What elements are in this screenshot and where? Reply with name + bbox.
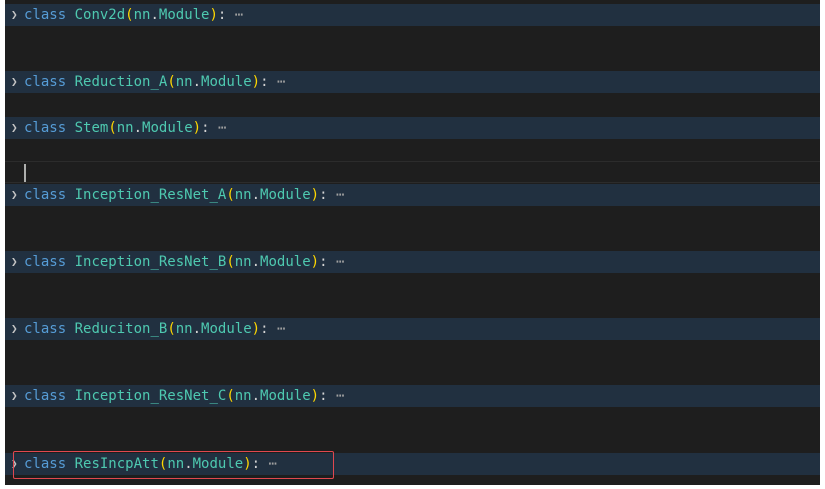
text-cursor — [24, 164, 26, 182]
class-name: Stem — [74, 120, 109, 136]
folded-class-line[interactable]: ❯ class Reduciton_B(nn.Module): ⋯ — [5, 318, 820, 340]
colon: : — [260, 74, 269, 90]
chevron-right-icon[interactable]: ❯ — [11, 184, 23, 206]
fold-ellipsis[interactable]: ⋯ — [336, 187, 344, 203]
dot: . — [192, 74, 202, 90]
dot: . — [150, 7, 159, 23]
base-namespace: nn — [133, 7, 151, 23]
dot: . — [251, 187, 261, 203]
close-paren: ) — [192, 120, 202, 136]
open-paren: ( — [226, 254, 235, 270]
colon: : — [319, 187, 328, 203]
chevron-right-icon[interactable]: ❯ — [11, 4, 23, 26]
folded-class-line[interactable]: ❯ class Reduction_A(nn.Module): ⋯ — [5, 71, 820, 93]
colon: : — [217, 7, 227, 23]
chevron-right-icon[interactable]: ❯ — [11, 117, 23, 139]
keyword: class — [24, 187, 67, 203]
fold-ellipsis[interactable]: ⋯ — [336, 254, 344, 270]
chevron-right-icon[interactable]: ❯ — [11, 251, 23, 273]
folded-class-line[interactable]: ❯ class Inception_ResNet_C(nn.Module): ⋯ — [5, 385, 820, 407]
dot: . — [192, 321, 202, 337]
code-editor[interactable]: ❯ class Conv2d(nn.Module): ⋯ ❯ class Red… — [5, 0, 820, 485]
class-name: Reduciton_B — [74, 321, 168, 337]
base-namespace: nn — [234, 388, 252, 404]
close-paren: ) — [310, 254, 320, 270]
open-paren: ( — [167, 74, 176, 90]
keyword: class — [24, 120, 67, 136]
base-namespace: nn — [234, 254, 252, 270]
class-name: Reduction_A — [74, 74, 168, 90]
class-name: Inception_ResNet_C — [74, 388, 227, 404]
folded-class-line[interactable]: ❯ class Inception_ResNet_A(nn.Module): ⋯ — [5, 184, 820, 206]
chevron-right-icon[interactable]: ❯ — [11, 71, 23, 93]
fold-ellipsis[interactable]: ⋯ — [277, 74, 285, 90]
open-paren: ( — [226, 187, 235, 203]
class-name: Conv2d — [74, 7, 126, 23]
class-name: Inception_ResNet_A — [74, 187, 227, 203]
base-class: Module — [142, 120, 193, 136]
base-namespace: nn — [175, 321, 193, 337]
base-class: Module — [260, 254, 311, 270]
current-line[interactable] — [5, 161, 820, 183]
fold-ellipsis[interactable]: ⋯ — [277, 321, 285, 337]
keyword: class — [24, 74, 67, 90]
base-class: Module — [201, 321, 252, 337]
open-paren: ( — [108, 120, 117, 136]
open-paren: ( — [125, 7, 134, 23]
dot: . — [133, 120, 143, 136]
folded-class-line[interactable]: ❯ class Conv2d(nn.Module): ⋯ — [5, 4, 820, 26]
chevron-right-icon[interactable]: ❯ — [11, 318, 23, 340]
dot: . — [251, 254, 261, 270]
base-class: Module — [260, 187, 311, 203]
colon: : — [201, 120, 210, 136]
class-name: Inception_ResNet_B — [74, 254, 227, 270]
open-paren: ( — [167, 321, 176, 337]
folded-class-line[interactable]: ❯ class Inception_ResNet_B(nn.Module): ⋯ — [5, 251, 820, 273]
base-class: Module — [158, 7, 210, 23]
colon: : — [260, 321, 269, 337]
colon: : — [319, 388, 328, 404]
base-namespace: nn — [234, 187, 252, 203]
keyword: class — [24, 321, 67, 337]
folded-class-line[interactable]: ❯ class Stem(nn.Module): ⋯ — [5, 117, 820, 139]
base-class: Module — [260, 388, 311, 404]
keyword: class — [24, 7, 67, 23]
close-paren: ) — [310, 187, 320, 203]
highlight-box — [13, 451, 334, 479]
fold-ellipsis[interactable]: ⋯ — [218, 120, 226, 136]
keyword: class — [24, 388, 67, 404]
dot: . — [251, 388, 261, 404]
chevron-right-icon[interactable]: ❯ — [11, 385, 23, 407]
fold-ellipsis[interactable]: ⋯ — [336, 388, 344, 404]
keyword: class — [24, 254, 67, 270]
colon: : — [319, 254, 328, 270]
close-paren: ) — [209, 7, 218, 23]
open-paren: ( — [226, 388, 235, 404]
close-paren: ) — [310, 388, 320, 404]
base-namespace: nn — [175, 74, 193, 90]
close-paren: ) — [251, 321, 261, 337]
base-class: Module — [201, 74, 252, 90]
close-paren: ) — [251, 74, 261, 90]
base-namespace: nn — [116, 120, 134, 136]
fold-ellipsis[interactable]: ⋯ — [235, 7, 243, 23]
